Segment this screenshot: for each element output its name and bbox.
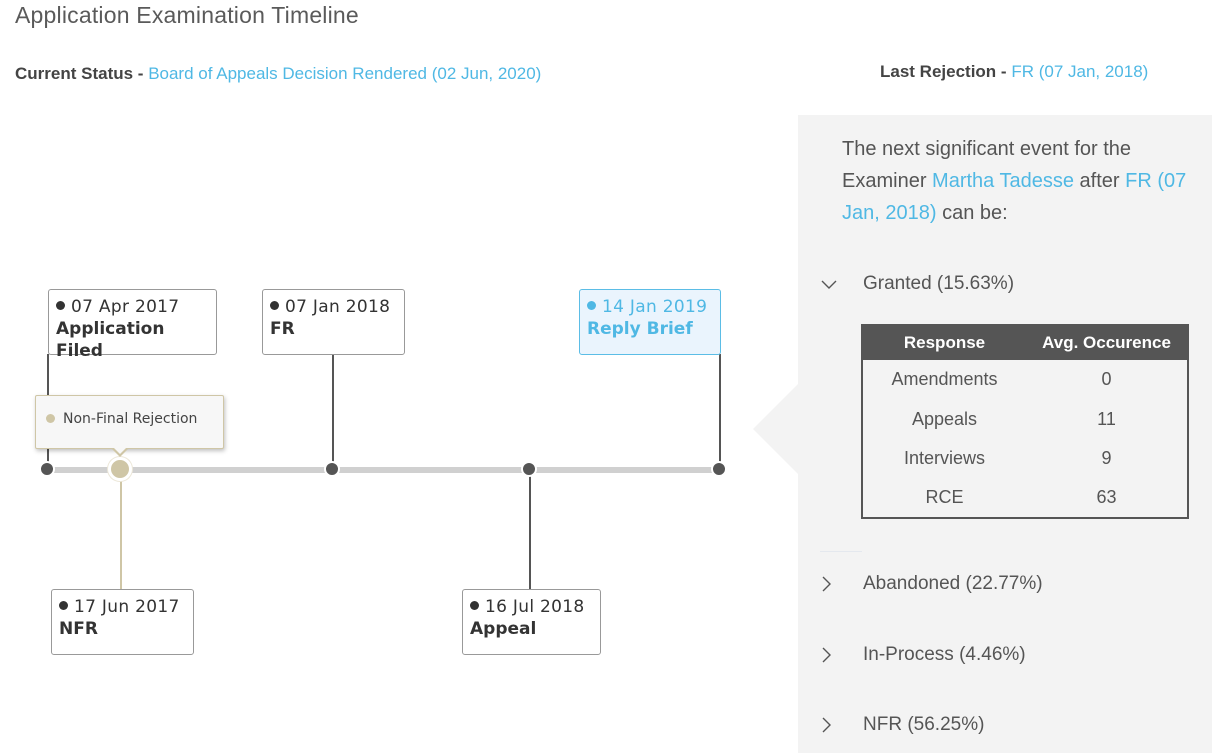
- bullet-icon: [270, 301, 279, 310]
- outcome-label: Granted (15.63%): [863, 273, 1015, 294]
- column-header-avg-occurence: Avg. Occurence: [1026, 325, 1188, 360]
- page-title: Application Examination Timeline: [15, 2, 359, 28]
- response-cell: Appeals: [911, 408, 978, 429]
- outcome-nfr[interactable]: NFR (56.25%): [820, 714, 984, 736]
- event-name: FR: [270, 319, 295, 339]
- table-header-row: Response Avg. Occurence: [862, 325, 1188, 360]
- tooltip-text: Non-Final Rejection: [63, 411, 198, 427]
- occurence-cell: 11: [1097, 408, 1116, 429]
- divider: [820, 551, 862, 552]
- event-card-application-filed[interactable]: 07 Apr 2017 Application Filed: [48, 289, 217, 361]
- outcome-label: Abandoned (22.77%): [863, 573, 1043, 594]
- outcome-label: NFR (56.25%): [863, 714, 985, 735]
- bullet-icon: [470, 601, 479, 610]
- column-header-response: Response: [862, 325, 1026, 360]
- connector-line: [719, 354, 721, 468]
- response-cell: RCE: [925, 487, 964, 508]
- nfr-tooltip: Non-Final Rejection: [35, 395, 224, 449]
- current-status-link[interactable]: Board of Appeals Decision Rendered (02 J…: [148, 64, 541, 83]
- event-name: Reply Brief: [587, 319, 693, 339]
- connector-line: [332, 354, 334, 468]
- last-rejection-label: Last Rejection -: [880, 62, 1012, 81]
- event-name: Appeal: [470, 619, 537, 639]
- chevron-right-icon: [820, 716, 844, 734]
- panel-pointer: [753, 384, 798, 474]
- current-status-label: Current Status -: [15, 64, 149, 83]
- connector-line: [120, 470, 122, 590]
- next-event-description: The next significant event for the Exami…: [842, 138, 1187, 224]
- event-date: 16 Jul 2018: [470, 596, 593, 618]
- event-card-fr[interactable]: 07 Jan 2018 FR: [262, 289, 405, 355]
- event-date: 17 Jun 2017: [59, 596, 186, 618]
- event-date: 07 Jan 2018: [270, 296, 397, 318]
- response-table: Response Avg. Occurence Amendments 0 App…: [861, 324, 1189, 519]
- event-card-reply-brief[interactable]: 14 Jan 2019 Reply Brief: [579, 289, 721, 355]
- chevron-down-icon: [820, 278, 844, 290]
- table-row: RCE 63: [862, 479, 1188, 519]
- outcome-granted[interactable]: Granted (15.63%): [820, 273, 1014, 295]
- last-rejection-link[interactable]: FR (07 Jan, 2018): [1011, 62, 1148, 81]
- event-name: NFR: [59, 619, 98, 639]
- timeline-node-fr[interactable]: [324, 461, 340, 477]
- occurence-cell: 63: [1096, 487, 1117, 508]
- outcome-label: In-Process (4.46%): [863, 644, 1026, 665]
- event-date: 14 Jan 2019: [587, 296, 713, 318]
- timeline-node-reply-brief[interactable]: [711, 461, 727, 477]
- event-name: Application Filed: [56, 319, 165, 361]
- last-rejection: Last Rejection - FR (07 Jan, 2018): [880, 60, 1148, 84]
- occurence-cell: 9: [1101, 448, 1112, 469]
- timeline-node-appeal[interactable]: [521, 461, 537, 477]
- examiner-link[interactable]: Martha Tadesse: [932, 170, 1074, 192]
- event-date: 07 Apr 2017: [56, 296, 209, 318]
- timeline-node-nfr[interactable]: [108, 457, 132, 481]
- outcome-in-process[interactable]: In-Process (4.46%): [820, 644, 1026, 666]
- next-event-panel: The next significant event for the Exami…: [798, 115, 1212, 753]
- connector-line: [529, 470, 531, 590]
- table-row: Amendments 0: [862, 360, 1188, 400]
- bullet-icon: [46, 414, 55, 423]
- tooltip-pointer: [111, 447, 129, 457]
- chevron-right-icon: [820, 575, 844, 593]
- chevron-right-icon: [820, 646, 844, 664]
- bullet-icon: [59, 601, 68, 610]
- response-cell: Interviews: [903, 448, 986, 469]
- event-card-nfr[interactable]: 17 Jun 2017 NFR: [51, 589, 194, 655]
- timeline-track: [48, 467, 720, 473]
- occurence-cell: 0: [1101, 369, 1112, 390]
- bullet-icon: [587, 301, 596, 310]
- table-row: Appeals 11: [862, 400, 1188, 440]
- event-card-appeal[interactable]: 16 Jul 2018 Appeal: [462, 589, 601, 655]
- timeline-node-application-filed[interactable]: [39, 461, 55, 477]
- bullet-icon: [56, 301, 65, 310]
- table-row: Interviews 9: [862, 439, 1188, 479]
- outcome-abandoned[interactable]: Abandoned (22.77%): [820, 573, 1043, 595]
- response-cell: Amendments: [891, 369, 998, 390]
- current-status: Current Status - Board of Appeals Decisi…: [15, 60, 555, 88]
